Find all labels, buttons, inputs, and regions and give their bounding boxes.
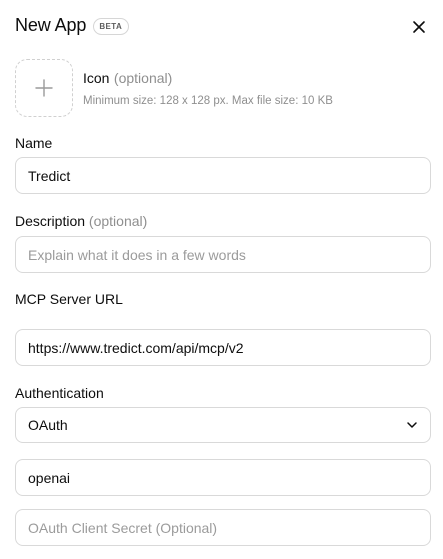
plus-icon bbox=[35, 79, 53, 97]
name-input[interactable] bbox=[15, 157, 431, 194]
description-label: Description bbox=[15, 213, 86, 229]
authentication-label: Authentication bbox=[15, 385, 104, 401]
icon-label: Icon bbox=[83, 70, 110, 86]
chevron-down-icon bbox=[407, 422, 417, 428]
icon-label-row: Icon (optional) bbox=[83, 70, 333, 88]
dialog-title: New App bbox=[15, 15, 87, 35]
authentication-selected-value: OAuth bbox=[28, 417, 68, 433]
icon-optional-label: (optional) bbox=[113, 70, 173, 86]
icon-info: Icon (optional) Minimum size: 128 x 128 … bbox=[83, 70, 333, 107]
icon-size-hint: Minimum size: 128 x 128 px. Max file siz… bbox=[83, 95, 333, 107]
close-button[interactable] bbox=[409, 17, 429, 37]
oauth-client-id-input[interactable] bbox=[15, 459, 431, 496]
new-app-dialog: New App BETA Icon (optional) Minimum siz… bbox=[0, 0, 443, 559]
oauth-client-secret-input[interactable] bbox=[15, 509, 431, 546]
name-label: Name bbox=[15, 135, 53, 151]
description-input[interactable] bbox=[15, 236, 431, 273]
beta-badge: BETA bbox=[93, 17, 130, 35]
icon-upload-button[interactable] bbox=[15, 59, 73, 117]
close-icon bbox=[413, 21, 425, 33]
mcp-server-url-input[interactable] bbox=[15, 329, 431, 366]
mcp-server-url-label: MCP Server URL bbox=[15, 291, 123, 307]
description-label-row: Description (optional) bbox=[15, 213, 147, 229]
authentication-select[interactable]: OAuth bbox=[15, 407, 431, 443]
dialog-header: New App BETA bbox=[15, 15, 130, 36]
description-optional-label: (optional) bbox=[88, 213, 148, 229]
